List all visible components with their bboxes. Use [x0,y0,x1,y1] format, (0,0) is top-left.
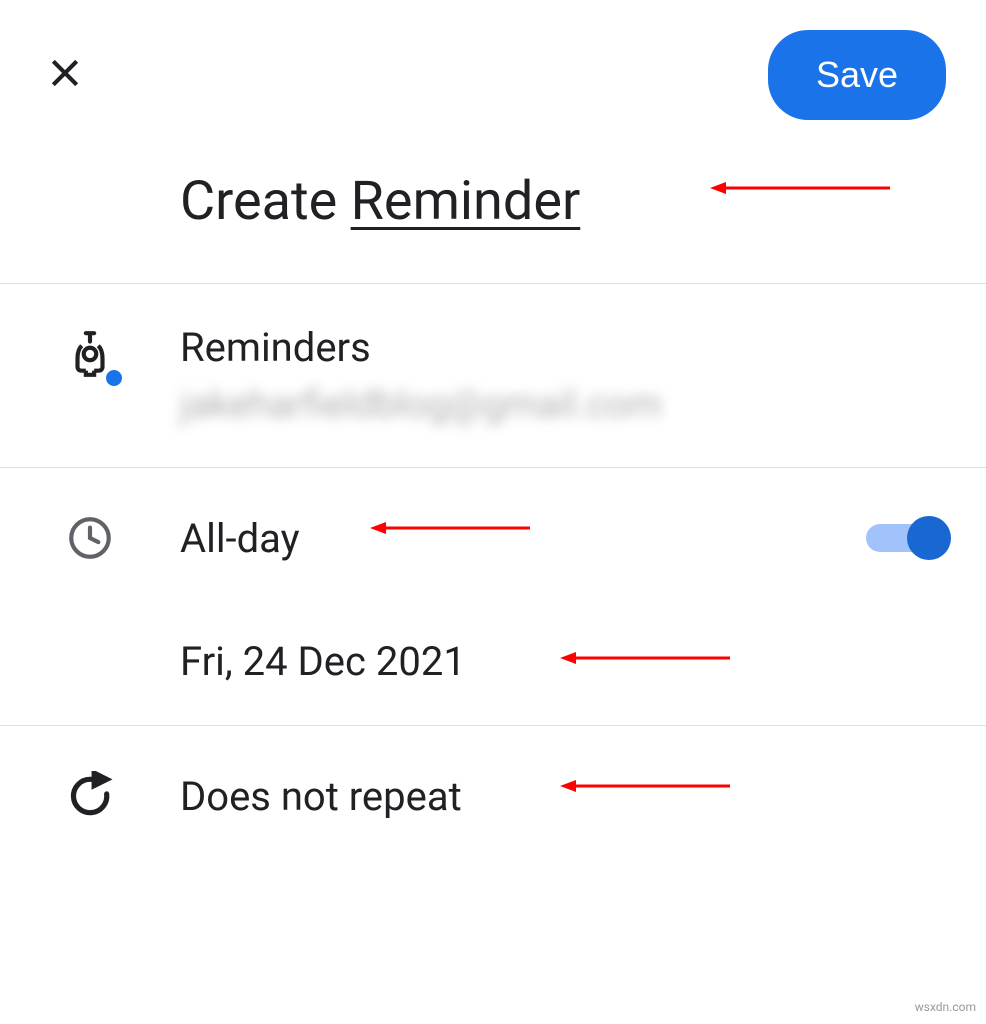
account-label: Reminders [180,324,946,371]
repeat-icon [60,766,120,826]
close-button[interactable] [40,50,90,100]
title-underlined: Reminder [351,170,581,233]
account-row[interactable]: Reminders jakeharfieldblog@gmail.com [0,284,986,468]
header-bar: Save [0,0,986,150]
close-icon [45,53,85,97]
account-email: jakeharfieldblog@gmail.com [180,383,946,427]
watermark: wsxdn.com [915,1000,976,1014]
time-section: All-day Fri, 24 Dec 2021 [0,468,986,726]
repeat-label: Does not repeat [180,773,946,820]
repeat-content: Does not repeat [180,773,946,820]
reminder-indicator-dot [106,370,122,386]
title-prefix: Create [180,170,351,233]
repeat-row[interactable]: Does not repeat [0,726,986,866]
allday-toggle[interactable] [866,516,946,560]
clock-icon [60,508,120,568]
date-row[interactable]: Fri, 24 Dec 2021 [0,608,986,725]
reminder-icon [60,324,120,384]
annotation-arrow-icon [710,178,890,198]
save-button[interactable]: Save [768,30,946,120]
allday-content: All-day [180,515,866,562]
toggle-thumb [907,516,951,560]
allday-label: All-day [180,515,866,562]
title-section[interactable]: Create Reminder [0,150,986,284]
allday-row[interactable]: All-day [0,468,986,608]
date-text: Fri, 24 Dec 2021 [180,638,946,685]
account-content: Reminders jakeharfieldblog@gmail.com [180,324,946,427]
